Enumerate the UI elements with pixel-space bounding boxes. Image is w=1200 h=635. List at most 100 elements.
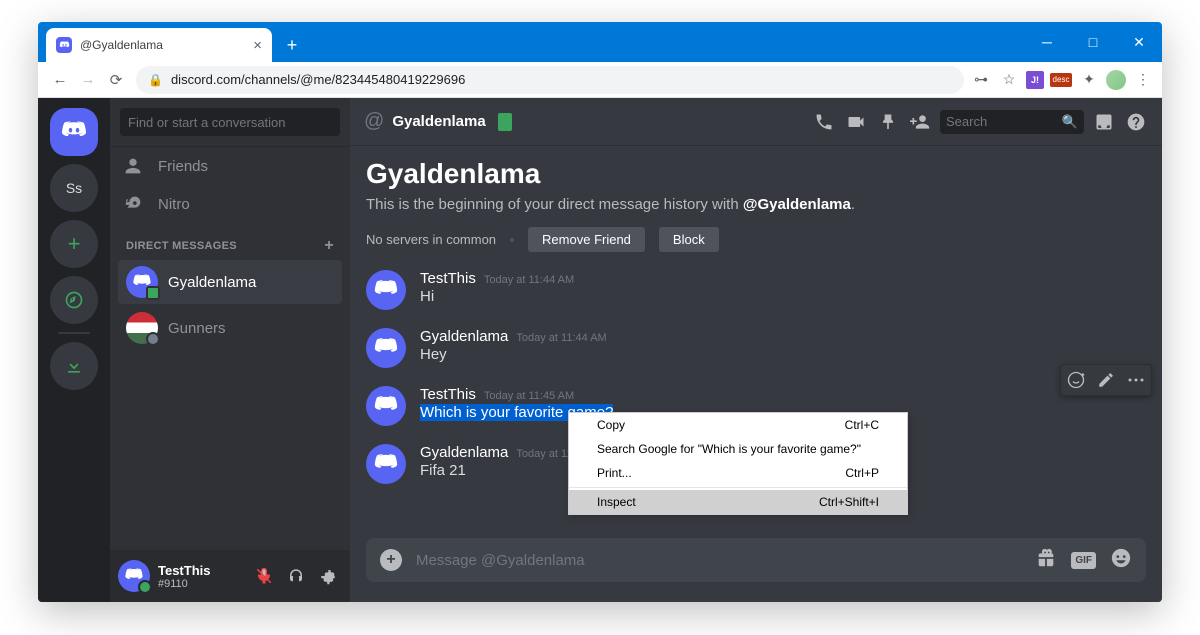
self-info: TestThis #9110	[158, 563, 242, 590]
close-button[interactable]: ✕	[1116, 22, 1162, 62]
dm-name: Gunners	[168, 320, 226, 337]
nitro-label: Nitro	[158, 196, 190, 213]
discord-app: Ss + Find or start a conversation Friend…	[38, 98, 1162, 602]
message-input[interactable]: Message @Gyaldenlama	[416, 552, 1021, 569]
message-text: Hey	[420, 346, 1146, 363]
window-controls: ─ □ ✕	[1024, 22, 1162, 62]
server-ss[interactable]: Ss	[50, 164, 98, 212]
separator-dot	[510, 238, 514, 242]
back-button[interactable]: ←	[46, 66, 74, 94]
voice-call-button[interactable]	[812, 110, 836, 134]
home-button[interactable]	[50, 108, 98, 156]
gif-button[interactable]: GIF	[1071, 552, 1096, 569]
discord-favicon	[56, 37, 72, 53]
message-timestamp: Today at 11:	[516, 448, 575, 460]
dm-item-gunners[interactable]: Gunners	[118, 306, 342, 350]
server-guild-bar: Ss +	[38, 98, 110, 602]
self-avatar[interactable]	[118, 560, 150, 592]
message: Gyaldenlama Today at 11:44 AM Hey	[366, 328, 1146, 368]
at-icon: @	[364, 110, 384, 133]
emoji-button[interactable]	[1110, 547, 1132, 574]
mute-mic-button[interactable]	[250, 562, 278, 590]
gift-button[interactable]	[1035, 547, 1057, 574]
guild-separator	[58, 332, 90, 334]
chat-area: @ Gyaldenlama Search🔍 Gyaldenlama This i…	[350, 98, 1162, 602]
lock-icon: 🔒	[148, 73, 163, 87]
message-actions-toolbar	[1060, 364, 1152, 396]
chat-messages: Gyaldenlama This is the beginning of you…	[350, 146, 1162, 538]
bookmark-star-icon[interactable]: ☆	[998, 69, 1020, 91]
add-reaction-button[interactable]	[1061, 365, 1091, 395]
friends-icon	[122, 155, 144, 177]
create-dm-button[interactable]: +	[324, 237, 334, 255]
block-button[interactable]: Block	[659, 227, 719, 252]
message-input-bar: + Message @Gyaldenlama GIF	[366, 538, 1146, 582]
welcome-text: This is the beginning of your direct mes…	[366, 196, 1146, 213]
url-text: discord.com/channels/@me/823445480419229…	[171, 72, 465, 87]
find-conversation-input[interactable]: Find or start a conversation	[120, 108, 340, 136]
forward-button[interactable]: →	[74, 66, 102, 94]
extensions-icon[interactable]: ✦	[1078, 69, 1100, 91]
message-author[interactable]: TestThis	[420, 270, 476, 287]
add-server-button[interactable]: +	[50, 220, 98, 268]
download-apps-button[interactable]	[50, 342, 98, 390]
edit-message-button[interactable]	[1091, 365, 1121, 395]
minimize-button[interactable]: ─	[1024, 22, 1070, 62]
dm-item-gyaldenlama[interactable]: Gyaldenlama	[118, 260, 342, 304]
settings-button[interactable]	[314, 562, 342, 590]
message-text: Hi	[420, 288, 1146, 305]
pinned-messages-button[interactable]	[876, 110, 900, 134]
context-copy[interactable]: CopyCtrl+C	[569, 413, 907, 437]
maximize-button[interactable]: □	[1070, 22, 1116, 62]
new-tab-button[interactable]: +	[278, 31, 306, 59]
key-icon[interactable]: ⊶	[970, 69, 992, 91]
chat-header-title: Gyaldenlama	[392, 113, 485, 130]
message-avatar[interactable]	[366, 328, 406, 368]
online-status-icon	[138, 580, 152, 594]
context-search-google[interactable]: Search Google for "Which is your favorit…	[569, 437, 907, 461]
profile-avatar[interactable]	[1106, 70, 1126, 90]
context-menu: CopyCtrl+C Search Google for "Which is y…	[568, 412, 908, 515]
message-avatar[interactable]	[366, 386, 406, 426]
remove-friend-button[interactable]: Remove Friend	[528, 227, 645, 252]
dm-header-label: DIRECT MESSAGES	[126, 240, 237, 252]
chrome-menu-icon[interactable]: ⋮	[1132, 69, 1154, 91]
message-author[interactable]: TestThis	[420, 386, 476, 403]
no-servers-text: No servers in common	[366, 232, 496, 247]
message-timestamp: Today at 11:44 AM	[516, 332, 606, 344]
welcome-title: Gyaldenlama	[366, 158, 1146, 190]
message-author[interactable]: Gyaldenlama	[420, 444, 508, 461]
more-actions-button[interactable]	[1121, 365, 1151, 395]
mobile-indicator-icon	[498, 113, 512, 131]
browser-window: @Gyaldenlama × + ─ □ ✕ ← → ⟳ 🔒 discord.c…	[38, 22, 1162, 602]
address-bar: ← → ⟳ 🔒 discord.com/channels/@me/8234454…	[38, 62, 1162, 98]
nitro-icon	[122, 193, 144, 215]
deafen-button[interactable]	[282, 562, 310, 590]
message-avatar[interactable]	[366, 444, 406, 484]
add-friends-button[interactable]	[908, 110, 932, 134]
inbox-button[interactable]	[1092, 110, 1116, 134]
url-box[interactable]: 🔒 discord.com/channels/@me/8234454804192…	[136, 66, 964, 94]
message-avatar[interactable]	[366, 270, 406, 310]
nitro-nav[interactable]: Nitro	[110, 185, 350, 223]
tab-close-icon[interactable]: ×	[253, 37, 262, 54]
friends-nav[interactable]: Friends	[110, 147, 350, 185]
context-print[interactable]: Print...Ctrl+P	[569, 461, 907, 485]
extension-j[interactable]: J!	[1026, 71, 1044, 89]
message-timestamp: Today at 11:45 AM	[484, 390, 574, 402]
message-author[interactable]: Gyaldenlama	[420, 328, 508, 345]
browser-tab[interactable]: @Gyaldenlama ×	[46, 28, 272, 62]
self-name: TestThis	[158, 563, 242, 578]
help-button[interactable]	[1124, 110, 1148, 134]
tab-title: @Gyaldenlama	[80, 38, 245, 52]
context-inspect[interactable]: InspectCtrl+Shift+I	[569, 490, 907, 514]
chat-header: @ Gyaldenlama Search🔍	[350, 98, 1162, 146]
dm-avatar	[126, 312, 158, 344]
dm-header: DIRECT MESSAGES +	[110, 223, 350, 259]
extension-desc[interactable]: desc	[1050, 73, 1072, 87]
reload-button[interactable]: ⟳	[102, 66, 130, 94]
chat-search-input[interactable]: Search🔍	[940, 110, 1084, 134]
explore-servers-button[interactable]	[50, 276, 98, 324]
video-call-button[interactable]	[844, 110, 868, 134]
attach-button[interactable]: +	[380, 549, 402, 571]
